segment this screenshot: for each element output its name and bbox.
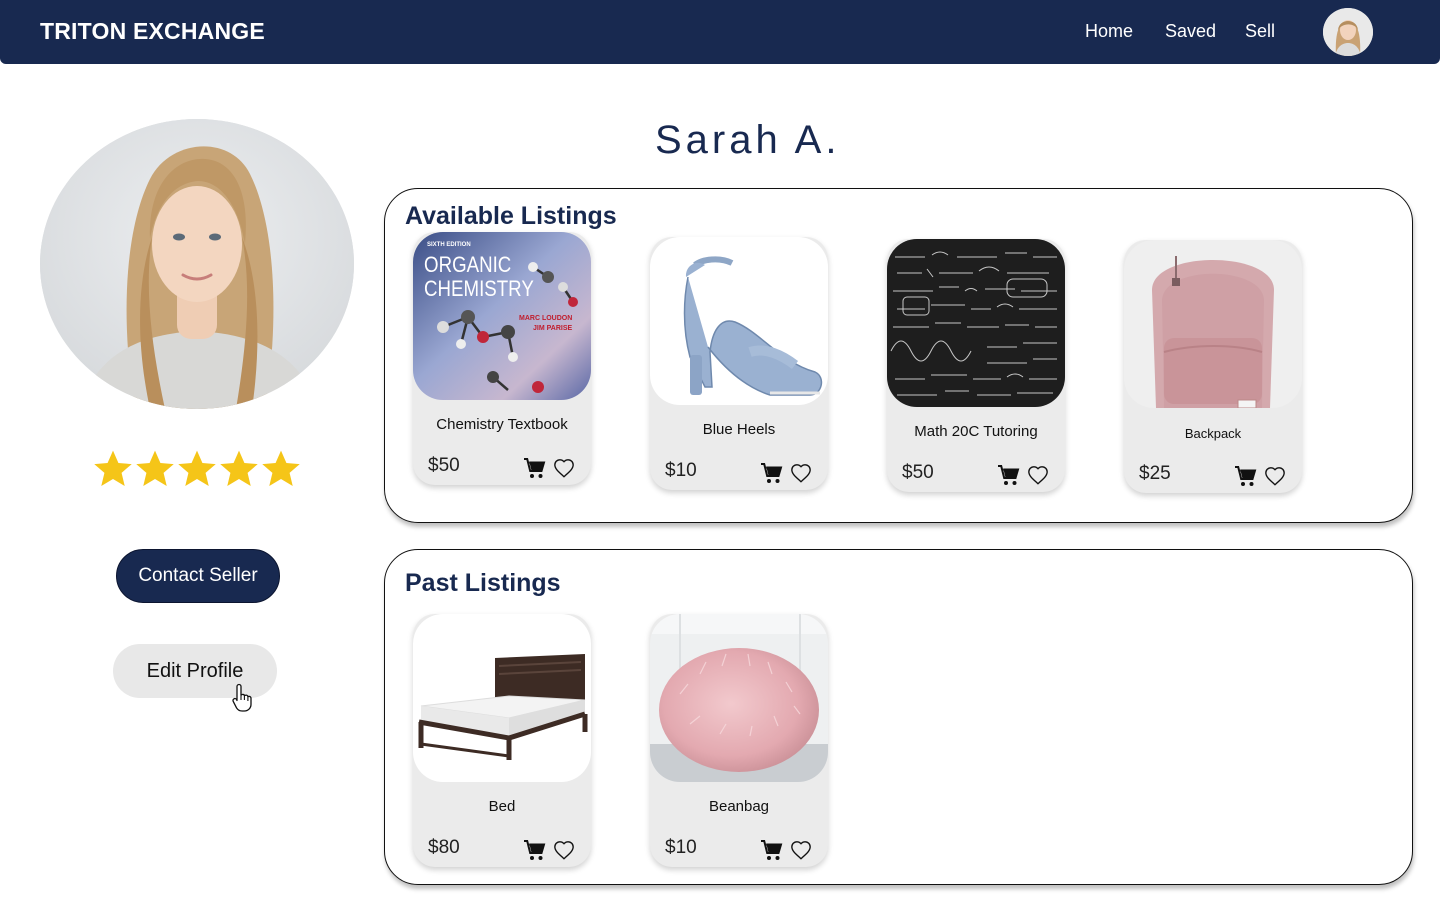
seller-name-heading: Sarah A.	[655, 118, 841, 162]
listing-card-blue-heels[interactable]: Blue Heels $10	[650, 237, 828, 490]
listing-price: $10	[665, 460, 697, 481]
shopping-cart-icon[interactable]	[997, 463, 1021, 487]
listing-name: Math 20C Tutoring	[914, 423, 1038, 440]
top-navbar: TRITON EXCHANGE Home Saved Sell	[0, 0, 1440, 64]
brand-logo-text[interactable]: TRITON EXCHANGE	[40, 18, 265, 45]
listing-price: $50	[428, 455, 460, 476]
shopping-cart-icon[interactable]	[523, 456, 547, 480]
heart-outline-icon[interactable]	[553, 456, 575, 480]
listing-name: Backpack	[1184, 426, 1242, 441]
available-listings-panel: Available Listings SIXTH EDITION ORGANIC…	[384, 188, 1413, 523]
listing-image-bed	[413, 614, 591, 782]
past-listings-title: Past Listings	[405, 569, 561, 597]
heart-outline-icon[interactable]	[790, 838, 812, 862]
listing-price: $80	[428, 837, 460, 858]
star-icon	[262, 450, 300, 486]
listing-image-backpack	[1124, 240, 1302, 408]
seller-profile-photo	[40, 119, 354, 409]
listing-card-chemistry-textbook[interactable]: SIXTH EDITION ORGANIC CHEMISTRY MARC LOU…	[413, 232, 591, 485]
book-cover-title-line1: ORGANIC	[424, 254, 511, 278]
listing-image-chalkboard	[887, 239, 1065, 407]
listing-price: $25	[1139, 463, 1171, 484]
available-listings-title: Available Listings	[405, 202, 617, 230]
star-icon	[178, 450, 216, 486]
listing-card-beanbag[interactable]: Beanbag $10	[650, 614, 828, 867]
past-listings-panel: Past Listings Bed $80 Beanbag $10	[384, 549, 1413, 885]
listing-name: Beanbag	[708, 798, 770, 815]
listing-image-textbook: SIXTH EDITION ORGANIC CHEMISTRY MARC LOU…	[413, 232, 591, 400]
nav-link-saved[interactable]: Saved	[1165, 21, 1216, 42]
book-cover-author1: MARC LOUDON	[519, 315, 572, 322]
listing-card-math-tutoring[interactable]: Math 20C Tutoring $50	[887, 239, 1065, 492]
hand-pointer-icon	[232, 683, 252, 712]
shopping-cart-icon[interactable]	[760, 461, 784, 485]
listing-card-backpack[interactable]: Backpack $25	[1124, 240, 1302, 493]
shopping-cart-icon[interactable]	[1234, 464, 1258, 488]
seller-rating	[92, 446, 302, 496]
star-icon	[94, 450, 132, 486]
heart-outline-icon[interactable]	[1264, 464, 1286, 488]
book-cover-edition: SIXTH EDITION	[427, 242, 471, 248]
heart-outline-icon[interactable]	[1027, 463, 1049, 487]
listing-price: $50	[902, 462, 934, 483]
listing-image-beanbag	[650, 614, 828, 782]
book-cover-title-line2: CHEMISTRY	[424, 278, 534, 302]
listing-card-bed[interactable]: Bed $80	[413, 614, 591, 867]
book-cover-author2: JIM PARISE	[533, 325, 572, 332]
listing-name: Chemistry Textbook	[436, 416, 568, 433]
shopping-cart-icon[interactable]	[523, 838, 547, 862]
star-icon	[136, 450, 174, 486]
user-avatar[interactable]	[1323, 8, 1373, 56]
listing-name: Blue Heels	[702, 421, 776, 438]
star-icon	[220, 450, 258, 486]
contact-seller-button[interactable]: Contact Seller	[116, 549, 280, 603]
listing-price: $10	[665, 837, 697, 858]
shopping-cart-icon[interactable]	[760, 838, 784, 862]
nav-link-home[interactable]: Home	[1085, 21, 1133, 42]
listing-name: Bed	[488, 798, 516, 815]
listing-image-heels	[650, 237, 828, 405]
nav-link-sell[interactable]: Sell	[1245, 21, 1275, 42]
heart-outline-icon[interactable]	[553, 838, 575, 862]
heart-outline-icon[interactable]	[790, 461, 812, 485]
